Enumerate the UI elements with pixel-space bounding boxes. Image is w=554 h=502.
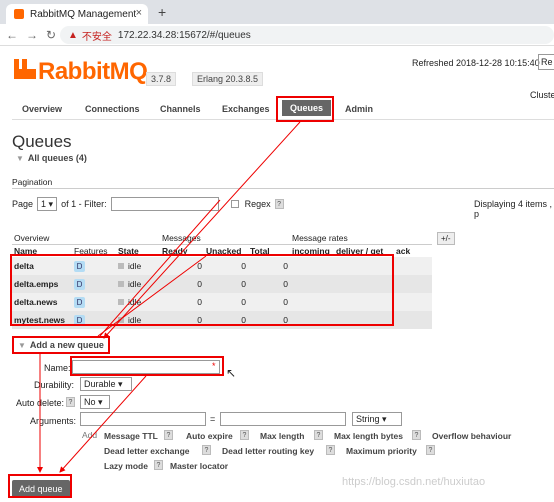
auto-delete-help-icon[interactable]: ? <box>66 397 75 407</box>
refresh-interval-select[interactable]: Re <box>538 54 554 70</box>
all-queues-label: All queues (4) <box>27 153 87 163</box>
browser-nav-icons[interactable]: ←→↻ <box>6 28 64 42</box>
arg-master-locator[interactable]: Master locator <box>170 461 228 471</box>
add-argument-label: Add <box>82 430 98 440</box>
collapse-triangle-icon: ▼ <box>16 154 24 163</box>
mouse-cursor-icon: ↖ <box>226 366 237 380</box>
argument-key-input[interactable] <box>80 412 206 426</box>
erlang-badge: Erlang 20.3.8.5 <box>192 72 264 86</box>
tab-title: RabbitMQ Management <box>30 8 137 20</box>
argument-value-input[interactable] <box>220 412 346 426</box>
arg-message-ttl[interactable]: Message TTL <box>104 431 158 441</box>
address-bar: ←→↻ ▲ 不安全 172.22.34.28:15672/#/queues <box>0 24 554 46</box>
help-icon[interactable]: ? <box>426 445 435 455</box>
durability-label: Durability: <box>34 380 75 390</box>
version-badge: 3.7.8 <box>146 72 177 86</box>
pagination-label: Pagination <box>12 177 53 187</box>
arg-dead-letter-exchange[interactable]: Dead letter exchange <box>104 446 190 456</box>
name-input-highlight <box>70 356 224 376</box>
auto-delete-select[interactable]: No ▾ <box>80 395 110 409</box>
logo-text: RabbitMQ <box>38 58 148 85</box>
watermark: https://blog.csdn.net/huxiutao <box>342 476 486 488</box>
group-overview: Overview <box>12 232 160 245</box>
browser-tab[interactable]: RabbitMQ Management × <box>6 4 148 24</box>
tab-close-icon[interactable]: × <box>136 7 142 19</box>
tab-admin[interactable]: Admin <box>345 104 373 114</box>
help-icon[interactable]: ? <box>326 445 335 455</box>
queues-tab-highlight <box>276 96 334 122</box>
queue-rows-highlight <box>10 254 394 326</box>
help-icon[interactable]: ? <box>164 430 173 440</box>
page-select[interactable]: 1 ▾ <box>37 197 58 211</box>
regex-checkbox[interactable] <box>230 200 239 208</box>
warning-icon: ▲ <box>68 29 78 41</box>
arguments-label: Arguments: <box>30 416 77 426</box>
tab-overview[interactable]: Overview <box>22 104 62 114</box>
regex-help-icon[interactable]: ? <box>274 199 284 209</box>
add-queue-button-highlight <box>8 474 72 498</box>
arg-max-length-bytes[interactable]: Max length bytes <box>334 431 403 441</box>
group-message-rates: Message rates <box>290 232 432 245</box>
add-queue-title-highlight <box>12 336 110 354</box>
arg-overflow-behaviour[interactable]: Overflow behaviour <box>432 431 511 441</box>
help-icon[interactable]: ? <box>240 430 249 440</box>
rabbitmq-logo-icon <box>14 59 36 79</box>
help-icon[interactable]: ? <box>314 430 323 440</box>
tab-exchanges[interactable]: Exchanges <box>222 104 270 114</box>
all-queues-toggle[interactable]: ▼ All queues (4) <box>16 153 87 163</box>
filter-input[interactable] <box>110 197 219 211</box>
col-ack[interactable]: ack <box>394 245 432 258</box>
url-text: 172.22.34.28:15672/#/queues <box>117 29 251 41</box>
url-field[interactable]: ▲ 不安全 172.22.34.28:15672/#/queues <box>60 26 554 44</box>
new-tab-icon[interactable]: + <box>158 4 166 20</box>
group-messages: Messages <box>160 232 290 245</box>
arg-dead-letter-routing-key[interactable]: Dead letter routing key <box>222 446 314 456</box>
arg-max-length[interactable]: Max length <box>260 431 304 441</box>
insecure-label: 不安全 <box>81 31 112 43</box>
help-icon[interactable]: ? <box>154 460 163 470</box>
divider <box>12 188 554 189</box>
column-toggle-button[interactable]: +/- <box>437 232 455 245</box>
tab-channels[interactable]: Channels <box>160 104 201 114</box>
browser-tab-strip: RabbitMQ Management × + <box>0 0 554 24</box>
rabbitmq-logo[interactable]: RabbitMQ <box>14 58 148 86</box>
name-label: Name: <box>44 363 71 373</box>
arg-maximum-priority[interactable]: Maximum priority <box>346 446 417 456</box>
regex-label: Regex <box>244 199 271 209</box>
equals-sign: = <box>210 414 216 424</box>
displaying-count: Displaying 4 items , p <box>474 199 553 219</box>
of-filter-label: of 1 - Filter: <box>61 199 107 209</box>
durability-select[interactable]: Durable ▾ <box>80 377 132 391</box>
auto-delete-label: Auto delete: <box>16 398 65 408</box>
argument-type-select[interactable]: String ▾ <box>352 412 402 426</box>
rabbitmq-favicon-icon <box>14 9 24 19</box>
tab-connections[interactable]: Connections <box>85 104 140 114</box>
help-icon[interactable]: ? <box>412 430 421 440</box>
arg-auto-expire[interactable]: Auto expire <box>186 431 233 441</box>
help-icon[interactable]: ? <box>202 445 211 455</box>
arg-lazy-mode[interactable]: Lazy mode <box>104 461 148 471</box>
pagination-row: Page 1 ▾ of 1 - Filter: Regex ? <box>12 197 284 211</box>
page-title: Queues <box>12 132 72 151</box>
refreshed-time: Refreshed 2018-12-28 10:15:40 <box>412 58 540 68</box>
page-label: Page <box>12 199 34 209</box>
